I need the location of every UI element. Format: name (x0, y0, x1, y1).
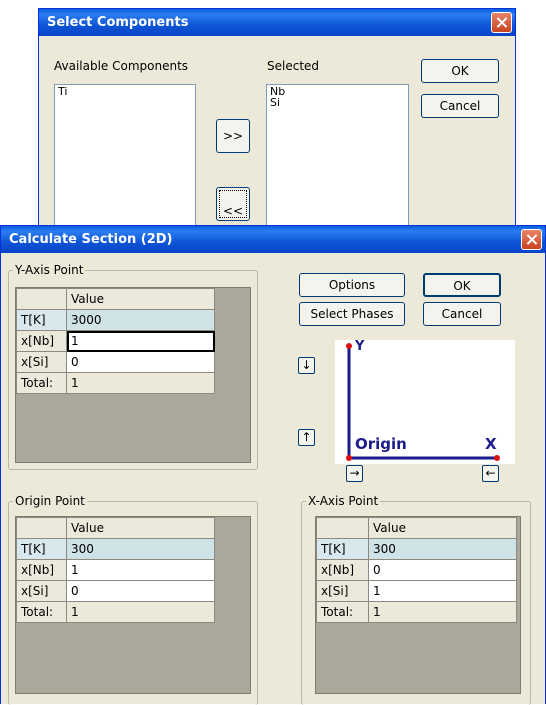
grid-corner-cell (16, 288, 67, 310)
value-cell[interactable]: 1 (66, 330, 215, 352)
calculate-section-window: Calculate Section (2D) Y-Axis Point Valu… (0, 225, 546, 705)
y-axis-point-marker (346, 343, 352, 349)
window-title: Select Components (47, 15, 189, 30)
origin-point-legend: Origin Point (13, 494, 87, 508)
table-row[interactable]: T[K] 300 (16, 538, 215, 560)
value-cell[interactable]: 3000 (66, 309, 215, 331)
x-axis-point-legend: X-Axis Point (306, 494, 381, 508)
origin-point-marker (346, 455, 352, 461)
total-cell: 1 (368, 601, 517, 623)
row-label: x[Nb] (16, 559, 67, 581)
close-icon[interactable] (521, 229, 542, 250)
total-cell: 1 (66, 372, 215, 394)
calc-cancel-button[interactable]: Cancel (423, 302, 501, 326)
value-column-header: Value (66, 517, 215, 539)
grid-corner-cell (16, 517, 67, 539)
axis-diagram: Y Origin X (335, 339, 515, 464)
list-item[interactable]: Nb (270, 86, 405, 97)
value-cell[interactable]: 0 (66, 351, 215, 373)
x-axis-point-grid[interactable]: Value T[K] 300 x[Nb] 0 x[Si] 1 Total: 1 (315, 516, 521, 694)
table-row[interactable]: T[K] 300 (316, 538, 517, 560)
select-components-cancel-button[interactable]: Cancel (421, 94, 499, 118)
total-cell: 1 (66, 601, 215, 623)
value-cell[interactable]: 0 (66, 580, 215, 602)
row-label: T[K] (316, 538, 369, 560)
row-label: x[Nb] (316, 559, 369, 581)
select-phases-button[interactable]: Select Phases (299, 302, 405, 326)
row-label: Total: (16, 601, 67, 623)
close-icon[interactable] (491, 12, 512, 33)
available-components-label: Available Components (54, 59, 189, 73)
table-row[interactable]: x[Nb] 1 (16, 330, 215, 352)
table-row[interactable]: x[Nb] 0 (316, 559, 517, 581)
table-row: Total: 1 (16, 601, 215, 623)
row-label: x[Si] (16, 580, 67, 602)
table-row[interactable]: x[Si] 0 (16, 580, 215, 602)
row-label: Total: (316, 601, 369, 623)
value-cell[interactable]: 300 (368, 538, 517, 560)
x-axis-label: X (485, 435, 497, 453)
origin-point-group: Origin Point Value T[K] 300 x[Nb] 1 x[Si… (8, 494, 258, 705)
add-component-button[interactable]: >> (216, 119, 250, 153)
row-label: Total: (16, 372, 67, 394)
list-item[interactable]: Ti (58, 86, 192, 97)
available-components-list[interactable]: Ti (54, 84, 196, 244)
y-axis-point-group: Y-Axis Point Value T[K] 3000 x[Nb] 1 x[S… (8, 263, 258, 470)
table-row[interactable]: x[Si] 1 (316, 580, 517, 602)
value-column-header: Value (66, 288, 215, 310)
value-cell[interactable]: 0 (368, 559, 517, 581)
x-axis-point-marker (494, 455, 500, 461)
table-row[interactable]: x[Nb] 1 (16, 559, 215, 581)
table-row: Total: 1 (316, 601, 517, 623)
grid-corner-cell (316, 517, 369, 539)
select-components-titlebar[interactable]: Select Components (39, 9, 515, 36)
remove-component-button[interactable]: << (216, 187, 250, 221)
value-column-header: Value (368, 517, 517, 539)
selected-label: Selected (267, 59, 320, 73)
move-down-button[interactable]: ↓ (298, 357, 315, 374)
value-cell[interactable]: 300 (66, 538, 215, 560)
move-left-button[interactable]: ← (482, 465, 499, 482)
move-right-button[interactable]: → (346, 465, 363, 482)
x-axis-point-group: X-Axis Point Value T[K] 300 x[Nb] 0 x[Si… (301, 494, 531, 705)
row-label: T[K] (16, 309, 67, 331)
table-row[interactable]: T[K] 3000 (16, 309, 215, 331)
value-cell[interactable]: 1 (66, 559, 215, 581)
row-label: x[Si] (16, 351, 67, 373)
origin-point-grid[interactable]: Value T[K] 300 x[Nb] 1 x[Si] 0 Total: 1 (15, 516, 251, 694)
row-label: T[K] (16, 538, 67, 560)
y-axis-point-legend: Y-Axis Point (13, 263, 86, 277)
value-cell[interactable]: 1 (368, 580, 517, 602)
y-axis-point-grid[interactable]: Value T[K] 3000 x[Nb] 1 x[Si] 0 Total: 1 (15, 287, 251, 463)
select-components-window: Select Components Available Components T… (38, 8, 516, 244)
list-item[interactable]: Si (270, 97, 405, 108)
calculate-section-titlebar[interactable]: Calculate Section (2D) (1, 226, 545, 253)
window-title: Calculate Section (2D) (9, 232, 173, 247)
row-label: x[Si] (316, 580, 369, 602)
selected-components-list[interactable]: Nb Si (266, 84, 409, 244)
table-row: Total: 1 (16, 372, 215, 394)
row-label: x[Nb] (16, 330, 67, 352)
options-button[interactable]: Options (299, 273, 405, 297)
select-components-ok-button[interactable]: OK (421, 59, 499, 83)
calc-ok-button[interactable]: OK (423, 273, 501, 297)
table-row[interactable]: x[Si] 0 (16, 351, 215, 373)
y-axis-label: Y (355, 339, 365, 354)
move-up-button[interactable]: ↑ (298, 429, 315, 446)
origin-label: Origin (355, 435, 407, 453)
